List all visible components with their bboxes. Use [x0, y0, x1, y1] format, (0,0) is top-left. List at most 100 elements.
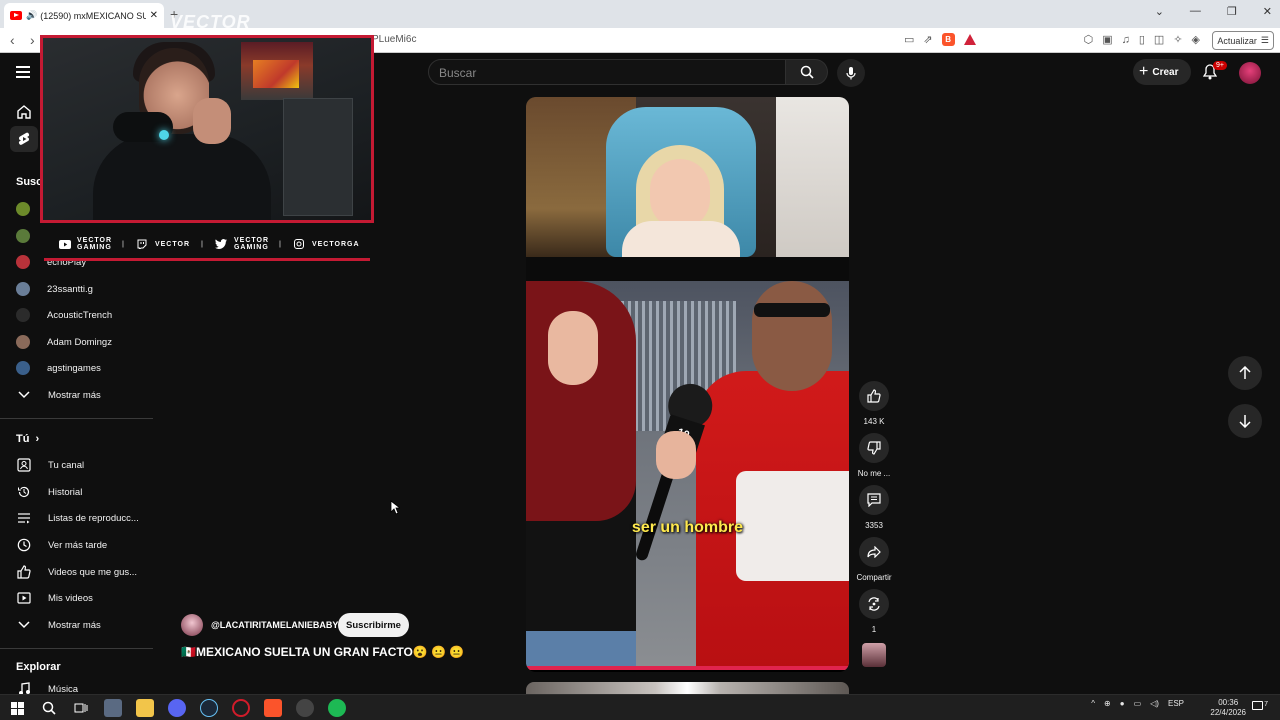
reaction-cam-frame [526, 97, 849, 257]
search-button[interactable] [786, 59, 828, 85]
sidebar-channel-hidden-1[interactable] [16, 200, 30, 218]
create-button[interactable]: + Crear [1133, 59, 1191, 85]
sidebar-item-clock[interactable]: Ver más tarde [16, 536, 107, 554]
show-more-subscriptions[interactable]: Mostrar más [16, 386, 101, 404]
video-progress-bar[interactable] [526, 666, 849, 670]
shorts-video-player[interactable]: 10 ser un hombre [526, 97, 849, 672]
back-arrow-icon[interactable]: ‹ [10, 32, 15, 48]
extensions-icon[interactable]: ⬡ [1084, 33, 1094, 46]
home-icon[interactable] [16, 104, 32, 120]
sidebar-channel-hidden-2[interactable] [16, 227, 30, 245]
windows-start-icon[interactable] [8, 699, 26, 717]
system-clock[interactable]: 00:36 22/4/2026 [1210, 698, 1246, 718]
search-input[interactable]: Buscar [428, 59, 786, 85]
tab-search-button[interactable]: ⌄ [1155, 5, 1164, 18]
volume-icon[interactable]: ◁) [1150, 699, 1159, 708]
remix-action[interactable]: 1 [852, 589, 896, 634]
language-indicator[interactable]: ESP [1168, 699, 1184, 708]
channel-handle[interactable]: @LACATIRITAMELANIEBABY [211, 620, 338, 630]
usb-icon[interactable]: ⊕ [1104, 699, 1111, 708]
update-button[interactable]: Actualizar ☰ [1212, 31, 1274, 50]
sidebar-item-label: Tu canal [48, 459, 85, 471]
network-icon[interactable]: ▭ [1134, 699, 1142, 708]
show-hidden-icons-icon[interactable]: ^ [1091, 699, 1095, 708]
brave-shields-icon[interactable]: B [941, 33, 955, 46]
like-button[interactable] [859, 381, 889, 411]
wallet-icon[interactable]: ◫ [1154, 33, 1164, 46]
subscriptions-heading[interactable]: Susc [16, 176, 42, 188]
notification-center-icon[interactable]: 7 [1252, 701, 1268, 710]
interview-frame: 10 ser un hombre [526, 281, 849, 669]
thumb-up-icon [867, 389, 881, 403]
tab-title: (12590) mxMEXICANO SUELTA [40, 10, 146, 21]
streamer-shirt [622, 221, 740, 257]
brave-rewards-icon[interactable] [963, 34, 976, 45]
subscribe-button[interactable]: Suscribirme [338, 613, 409, 637]
sidebar-item-label: Música [48, 683, 79, 695]
woman-face [548, 311, 598, 385]
sidebar-toggle-icon[interactable]: ▯ [1139, 33, 1145, 46]
discord-icon[interactable] [168, 699, 186, 717]
url-field[interactable]: PLueMi6c [372, 34, 416, 45]
next-short-button[interactable] [1228, 404, 1262, 438]
window-close-button[interactable]: ✕ [1263, 5, 1272, 18]
remix-button[interactable] [859, 589, 889, 619]
original-sound-thumbnail[interactable] [862, 643, 886, 667]
share-label: Compartir [856, 573, 892, 582]
voice-search-button[interactable] [837, 59, 865, 87]
browser-tab-youtube[interactable]: 🔊 (12590) mxMEXICANO SUELTA ✕ [4, 3, 164, 28]
show-more-library[interactable]: Mostrar más [16, 616, 101, 634]
channel-avatar [16, 335, 30, 349]
like-action[interactable]: 143 K [852, 381, 896, 426]
you-section-heading[interactable]: Tú › [16, 433, 39, 445]
brave-browser-icon[interactable] [264, 699, 282, 717]
separator: | [278, 240, 282, 248]
steam-icon[interactable] [200, 699, 218, 717]
comments-action[interactable]: 3353 [852, 485, 896, 530]
share-button[interactable] [859, 537, 889, 567]
previous-short-button[interactable] [1228, 356, 1262, 390]
share-action[interactable]: Compartir [852, 537, 896, 582]
streamer-body [93, 134, 271, 220]
sidebar-channel-item[interactable]: 23ssantti.g [16, 280, 93, 298]
channel-avatar[interactable] [181, 614, 203, 636]
sidebar-item-label: Mis videos [48, 592, 93, 604]
opera-icon[interactable] [232, 699, 250, 717]
window-minimize-button[interactable]: — [1190, 5, 1201, 18]
sidebar-item-history[interactable]: Historial [16, 483, 82, 501]
vpn-icon[interactable]: ◈ [1192, 33, 1200, 46]
search-icon[interactable] [40, 699, 58, 717]
sidebar-channel-item[interactable]: echoPlay [16, 253, 86, 271]
file-explorer-icon[interactable] [136, 699, 154, 717]
arcade-machine [241, 42, 313, 100]
microphone-tray-icon[interactable]: ● [1120, 699, 1125, 708]
share-icon[interactable]: ⇗ [923, 33, 932, 46]
channel-avatar [16, 229, 30, 243]
sidebar-item-video[interactable]: Mis videos [16, 589, 93, 607]
sidebar-channel-item[interactable]: Adam Domingz [16, 333, 112, 351]
forward-arrow-icon[interactable]: › [30, 32, 35, 48]
dislike-button[interactable] [859, 433, 889, 463]
sidebar-item-playlist[interactable]: Listas de reproducc... [16, 509, 139, 527]
task-view-icon[interactable] [72, 699, 90, 717]
cast-icon[interactable]: ▭ [904, 33, 914, 46]
sidebar-item-channel[interactable]: Tu canal [16, 456, 84, 474]
window-maximize-button[interactable]: ❐ [1227, 5, 1237, 18]
account-avatar[interactable] [1239, 62, 1261, 84]
tab-close-icon[interactable]: ✕ [150, 10, 158, 21]
dislike-action[interactable]: No me ... [852, 433, 896, 478]
spotify-icon[interactable] [328, 699, 346, 717]
shorts-nav-button[interactable] [10, 126, 38, 152]
music-control-icon[interactable]: ♫ [1122, 34, 1130, 46]
leo-ai-icon[interactable]: ✧ [1173, 33, 1182, 46]
cabinet [283, 98, 353, 216]
channel-name: Adam Domingz [47, 336, 112, 348]
sidebar-channel-item[interactable]: AcousticTrench [16, 306, 112, 324]
hamburger-menu-icon[interactable] [16, 66, 30, 78]
obs-icon[interactable] [296, 699, 314, 717]
comments-button[interactable] [859, 485, 889, 515]
sidebar-channel-item[interactable]: agstingames [16, 359, 101, 377]
app-window-icon[interactable] [104, 699, 122, 717]
sidebar-item-thumb-up[interactable]: Videos que me gus... [16, 563, 137, 581]
reading-list-icon[interactable]: ▣ [1102, 33, 1112, 46]
